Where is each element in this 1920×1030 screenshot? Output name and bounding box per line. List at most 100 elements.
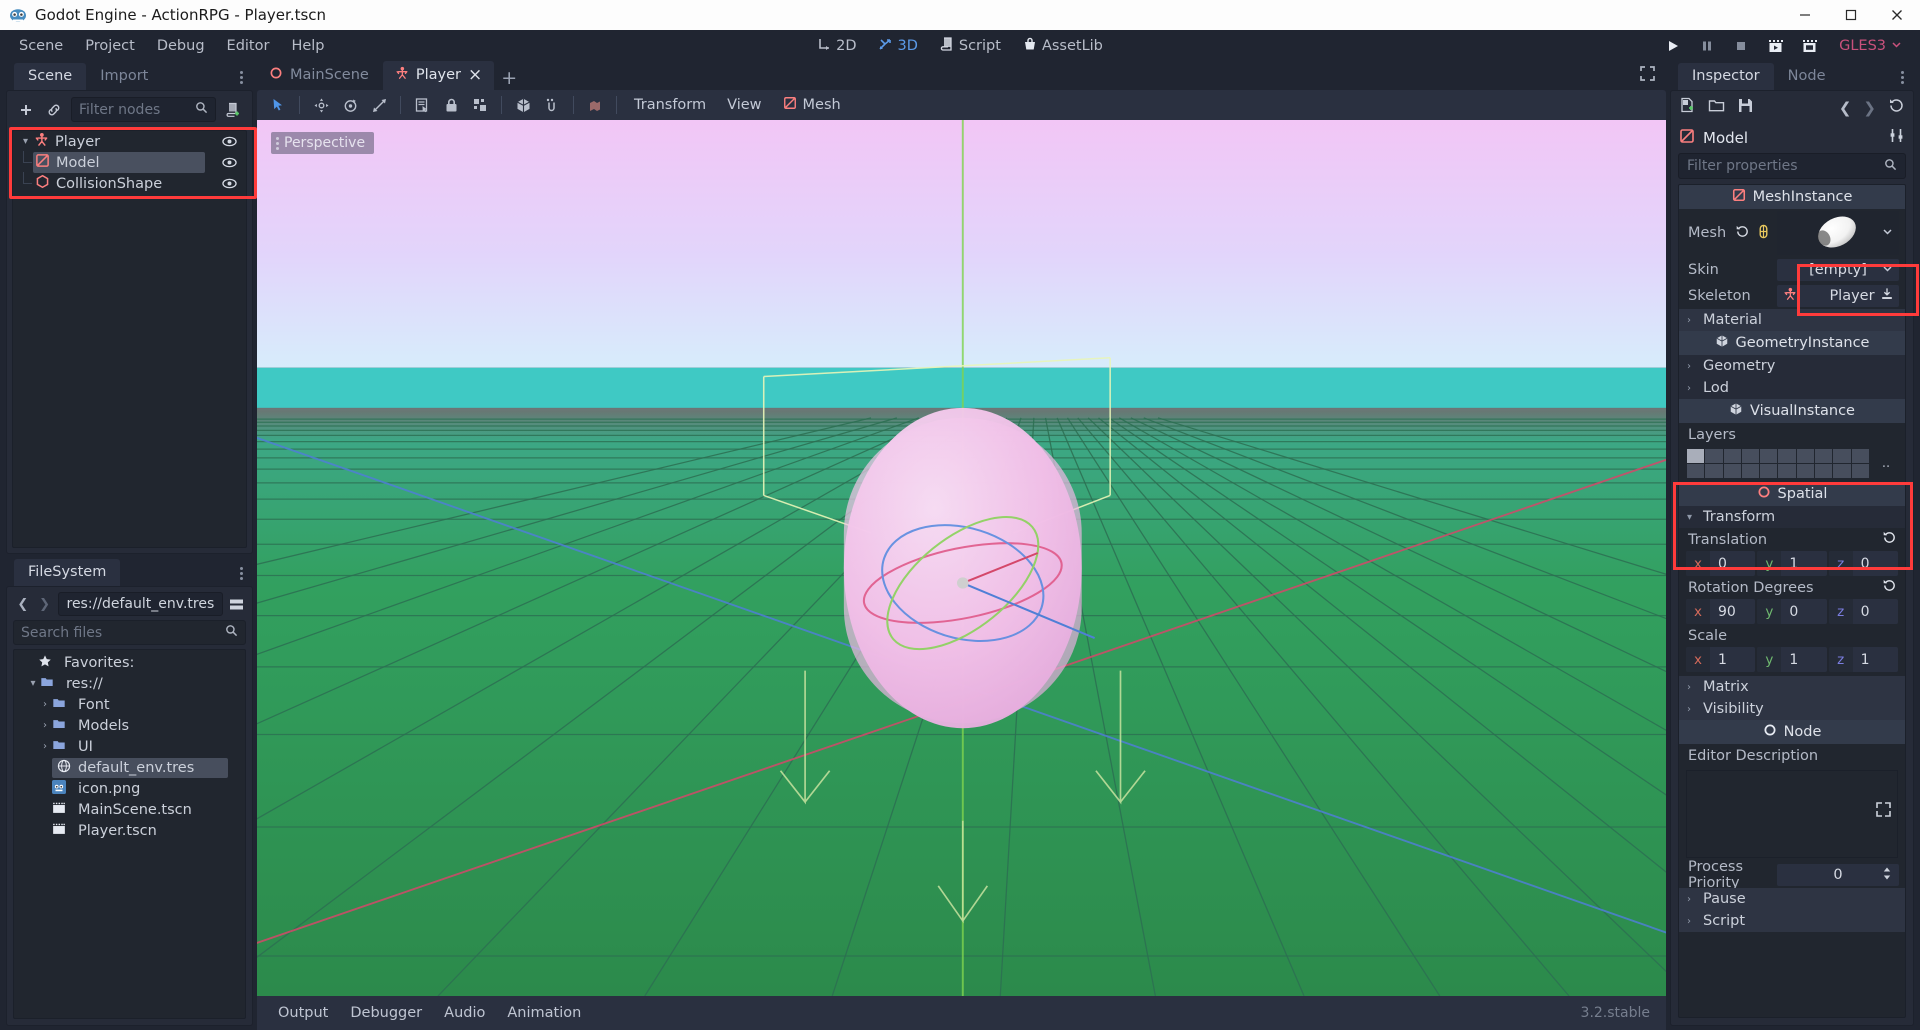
group-matrix[interactable]: › Matrix <box>1679 676 1905 698</box>
viewport-perspective-menu[interactable]: Perspective <box>271 132 375 154</box>
view-menu[interactable]: View <box>718 94 770 116</box>
fs-row-res-root[interactable]: ▾ res:// <box>14 673 245 694</box>
add-node-button[interactable] <box>15 99 37 121</box>
layer-bit-14[interactable] <box>1741 464 1760 478</box>
filter-nodes-input[interactable]: Filter nodes <box>71 97 216 122</box>
fs-row-favorites[interactable]: Favorites: <box>14 652 245 673</box>
layer-bit-7[interactable] <box>1796 449 1815 463</box>
mesh-menu[interactable]: Mesh <box>774 93 850 117</box>
fs-row-ui[interactable]: › UI <box>14 736 245 757</box>
scene-dock-menu-icon[interactable] <box>240 71 243 84</box>
rotation-y-field[interactable]: y 0 <box>1757 599 1827 624</box>
tab-output[interactable]: Output <box>267 1001 339 1025</box>
play-button[interactable] <box>1657 33 1689 59</box>
load-resource-button[interactable] <box>1708 97 1725 118</box>
skin-dropdown[interactable]: [empty] <box>1777 259 1899 281</box>
layer-bit-10[interactable] <box>1851 449 1869 463</box>
layer-bit-5[interactable] <box>1760 449 1778 463</box>
tab-scene[interactable]: Scene <box>14 63 87 90</box>
current-path-field[interactable]: res://default_env.tres <box>57 592 224 616</box>
scale-x-field[interactable]: x 1 <box>1686 647 1756 672</box>
select-mode-button[interactable] <box>265 93 291 117</box>
expand-icon[interactable] <box>1875 801 1892 822</box>
layer-bit-3[interactable] <box>1723 449 1741 463</box>
tab-node[interactable]: Node <box>1774 63 1840 90</box>
visibility-toggle-icon[interactable] <box>222 176 237 195</box>
translation-z-field[interactable]: z 0 <box>1828 551 1898 576</box>
inspector-back-button[interactable]: ❮ <box>1839 99 1852 117</box>
layer-bit-9[interactable] <box>1833 449 1851 463</box>
new-resource-button[interactable] <box>1679 97 1696 118</box>
process-priority-spinbox[interactable]: 0 <box>1777 864 1899 886</box>
scene-tree-row-player[interactable]: ▾ Player <box>13 131 246 152</box>
move-mode-button[interactable] <box>308 93 334 117</box>
translation-x-field[interactable]: x 0 <box>1686 551 1756 576</box>
fs-row-icon-png[interactable]: icon.png <box>14 778 245 799</box>
reset-icon[interactable] <box>1882 530 1897 549</box>
mode-button-script[interactable]: Script <box>931 33 1010 59</box>
tab-import[interactable]: Import <box>86 63 162 90</box>
mode-button-2d[interactable]: 2D <box>808 33 865 59</box>
search-files-input[interactable]: Search files <box>13 620 246 645</box>
play-custom-scene-button[interactable] <box>1793 33 1825 59</box>
tab-debugger[interactable]: Debugger <box>339 1001 433 1025</box>
layer-bit-2[interactable] <box>1705 449 1723 463</box>
fs-row-font[interactable]: › Font <box>14 694 245 715</box>
camera-preview-button[interactable] <box>582 93 608 117</box>
nav-back-button[interactable]: ❮ <box>14 593 32 615</box>
group-script[interactable]: › Script <box>1679 910 1905 932</box>
stop-button[interactable] <box>1725 33 1757 59</box>
layer-bit-13[interactable] <box>1723 464 1741 478</box>
layer-bit-1[interactable] <box>1687 449 1705 463</box>
layer-bit-12[interactable] <box>1705 464 1723 478</box>
split-mode-button[interactable] <box>227 593 245 615</box>
layers-more-button[interactable]: .. <box>1875 456 1897 471</box>
tab-inspector[interactable]: Inspector <box>1678 63 1774 90</box>
fs-row-default-env[interactable]: default_env.tres <box>14 757 245 778</box>
create-script-button[interactable] <box>222 99 244 121</box>
rotate-mode-button[interactable] <box>337 93 363 117</box>
mesh-resource-preview[interactable] <box>1777 211 1899 255</box>
skeleton-nodepath-field[interactable]: Player <box>1777 285 1899 307</box>
scene-tab-player[interactable]: Player × <box>382 61 495 90</box>
chevron-right-icon[interactable]: › <box>38 741 52 752</box>
chevron-right-icon[interactable]: › <box>38 699 52 710</box>
layer-bit-4[interactable] <box>1741 449 1760 463</box>
chevron-down-icon[interactable]: ▾ <box>26 678 40 689</box>
scale-y-field[interactable]: y 1 <box>1757 647 1827 672</box>
local-space-button[interactable] <box>510 93 536 117</box>
fs-row-player-tscn[interactable]: Player.tscn <box>14 820 245 841</box>
add-scene-tab-button[interactable]: + <box>496 66 522 90</box>
reset-icon[interactable] <box>1882 578 1897 597</box>
translation-y-field[interactable]: y 1 <box>1757 551 1827 576</box>
layer-bit-11[interactable] <box>1687 464 1705 478</box>
group-button[interactable] <box>467 93 493 117</box>
visibility-toggle-icon[interactable] <box>222 134 237 153</box>
tab-animation[interactable]: Animation <box>496 1001 592 1025</box>
maximize-button[interactable] <box>1828 0 1874 30</box>
layer-bit-6[interactable] <box>1778 449 1796 463</box>
close-button[interactable] <box>1874 0 1920 30</box>
group-pause[interactable]: › Pause <box>1679 888 1905 910</box>
menu-editor[interactable]: Editor <box>216 34 281 58</box>
menu-help[interactable]: Help <box>280 34 335 58</box>
layer-bit-20[interactable] <box>1851 464 1869 478</box>
layer-bit-18[interactable] <box>1815 464 1833 478</box>
scale-mode-button[interactable] <box>366 93 392 117</box>
layer-bit-16[interactable] <box>1778 464 1796 478</box>
inspector-dock-menu-icon[interactable] <box>1901 71 1904 84</box>
tab-audio[interactable]: Audio <box>433 1001 496 1025</box>
inspector-forward-button[interactable]: ❯ <box>1863 99 1876 117</box>
reset-icon[interactable] <box>1735 224 1750 243</box>
fs-row-models[interactable]: › Models <box>14 715 245 736</box>
scene-tab-mainscene[interactable]: MainScene <box>257 61 381 90</box>
scale-z-field[interactable]: z 1 <box>1828 647 1898 672</box>
save-resource-button[interactable] <box>1737 97 1754 118</box>
menu-scene[interactable]: Scene <box>8 34 74 58</box>
rotation-z-field[interactable]: z 0 <box>1828 599 1898 624</box>
3d-viewport[interactable]: Perspective <box>257 120 1666 996</box>
layer-bit-15[interactable] <box>1760 464 1778 478</box>
scene-tree-row-model[interactable]: Model <box>13 151 246 173</box>
instance-scene-button[interactable] <box>43 99 65 121</box>
group-lod[interactable]: › Lod <box>1679 377 1905 399</box>
